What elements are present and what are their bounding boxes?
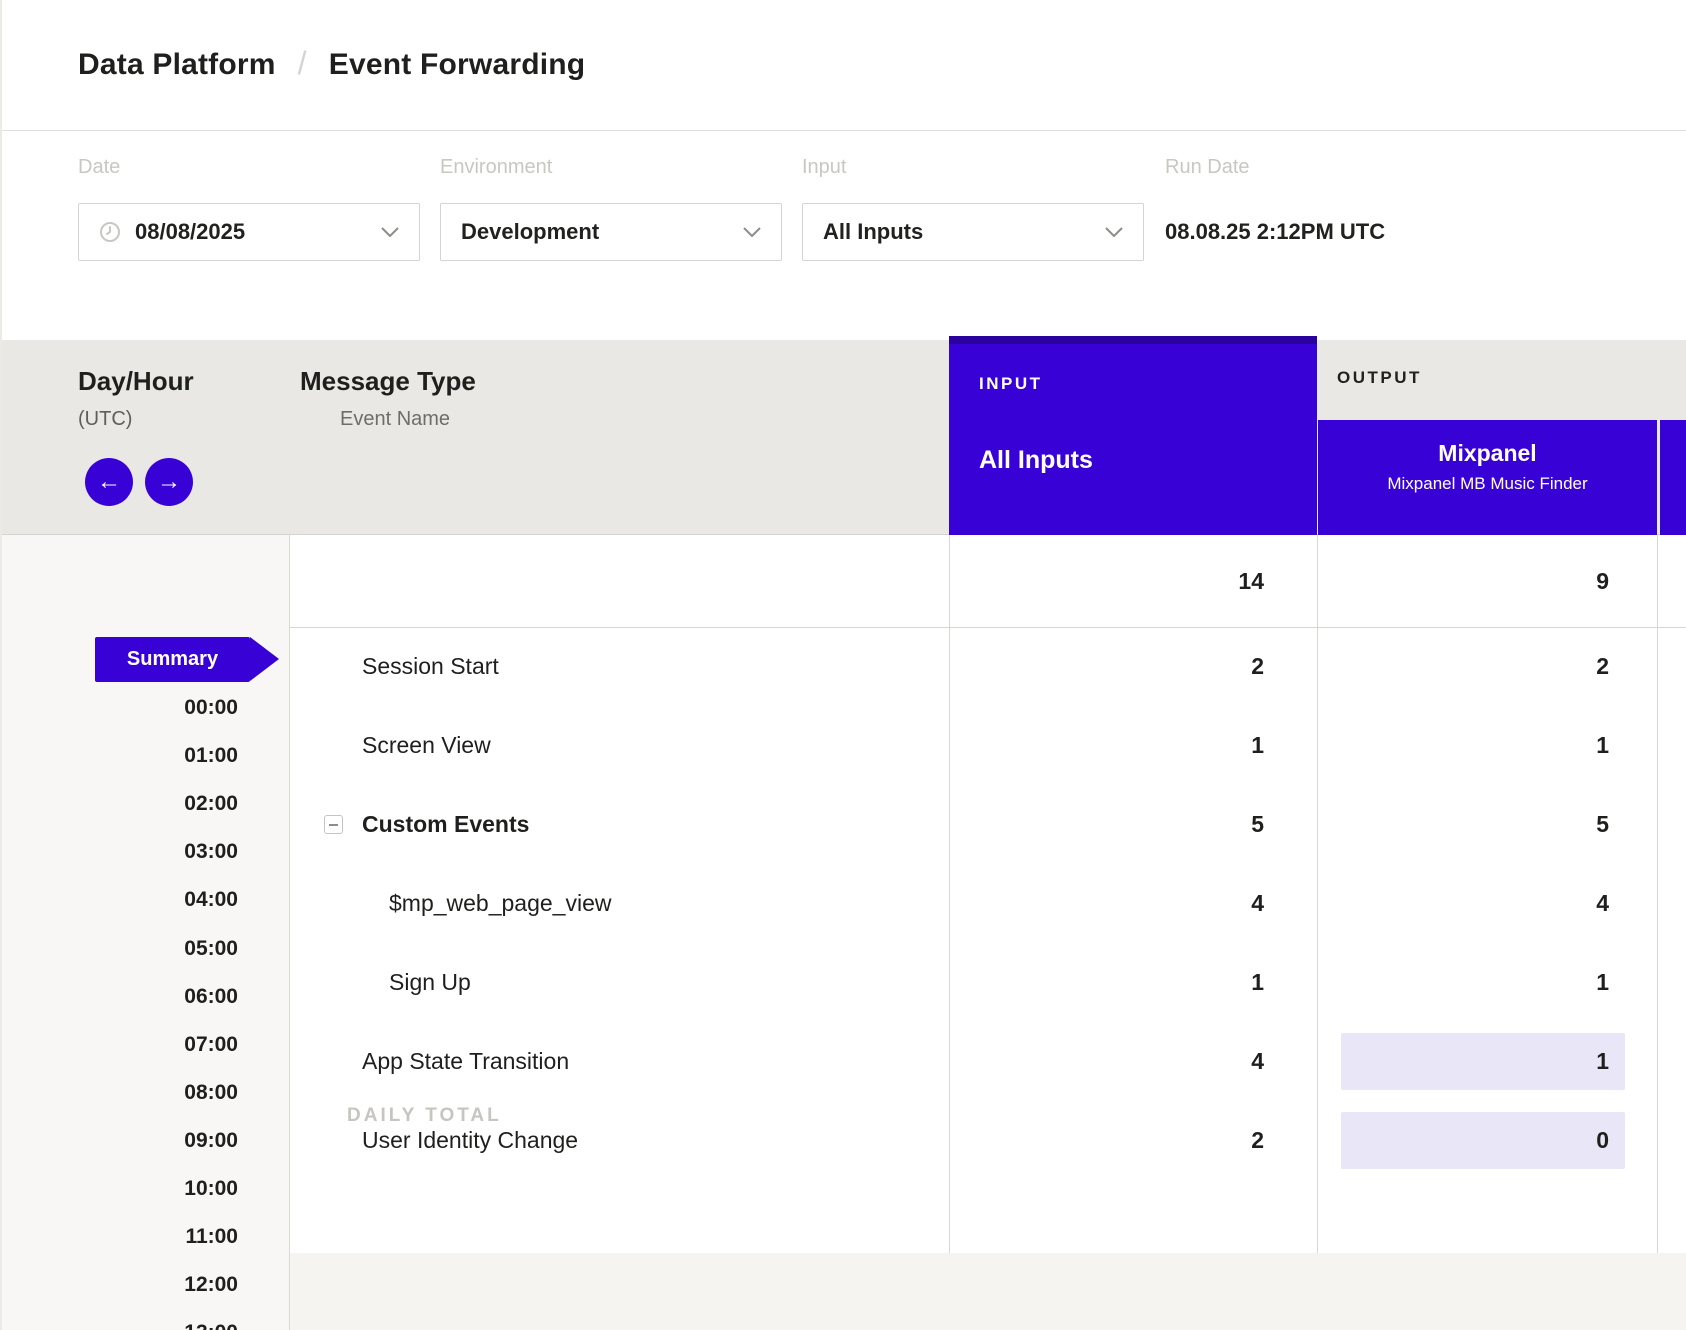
input-count-cell[interactable]: 4	[949, 864, 1317, 943]
table-row: Sign Up 11	[2, 943, 1686, 1022]
event-name-label: App State Transition	[362, 1022, 569, 1101]
event-name-subtitle: Event Name	[340, 408, 450, 431]
output-count-cell[interactable]: 1	[1317, 943, 1657, 1022]
chevron-down-icon	[381, 227, 399, 237]
clock-icon	[99, 221, 121, 243]
summary-badge[interactable]: Summary	[95, 637, 250, 682]
output-count-cell[interactable]: 1	[1317, 1022, 1657, 1101]
table-row: Screen View 11	[2, 706, 1686, 785]
table-footer-area	[290, 1253, 1686, 1330]
run-date-value: 08.08.25 2:12PM UTC	[1165, 203, 1385, 261]
arrow-left-icon: ←	[97, 468, 121, 496]
run-date-label: Run Date	[1165, 156, 1250, 179]
breadcrumb: Data Platform / Event Forwarding	[78, 0, 585, 130]
environment-dropdown[interactable]: Development	[440, 203, 782, 261]
output-count-cell[interactable]: 4	[1317, 864, 1657, 943]
table-row: Custom Events 55	[2, 785, 1686, 864]
page-title: Event Forwarding	[329, 48, 586, 82]
environment-label: Environment	[440, 156, 552, 179]
daily-total-row: DAILY TOTAL 14 9	[2, 535, 1686, 627]
input-dropdown[interactable]: All Inputs	[802, 203, 1144, 261]
topbar: Data Platform / Event Forwarding	[2, 0, 1686, 131]
highlighted-cell-background	[1341, 1112, 1625, 1169]
highlighted-cell-background	[1341, 1033, 1625, 1090]
summary-label: Summary	[127, 648, 218, 671]
table-row: User Identity Change 20	[2, 1101, 1686, 1180]
output-column-label: OUTPUT	[1337, 368, 1422, 388]
input-column-label: INPUT	[979, 374, 1043, 394]
table-row: $mp_web_page_view 44	[2, 864, 1686, 943]
next-day-button[interactable]: →	[145, 458, 193, 506]
event-name-label: Sign Up	[389, 943, 471, 1022]
output-count-cell[interactable]: 0	[1317, 1101, 1657, 1180]
event-name-label: User Identity Change	[362, 1101, 578, 1180]
output-count-cell[interactable]: 5	[1317, 785, 1657, 864]
daily-total-output-value[interactable]: 9	[1317, 535, 1657, 627]
message-type-title: Message Type	[300, 366, 476, 397]
event-name-label: Session Start	[362, 627, 499, 706]
environment-value: Development	[461, 219, 743, 245]
date-value: 08/08/2025	[135, 219, 381, 245]
hour-slot-12-00[interactable]: 12:00	[184, 1272, 238, 1298]
input-column-title: All Inputs	[979, 446, 1093, 475]
filter-bar: Date Environment Input Run Date 08/08/20…	[2, 131, 1686, 336]
output-column-header[interactable]: Mixpanel Mixpanel MB Music Finder	[1318, 420, 1657, 535]
input-count-cell[interactable]: 2	[949, 627, 1317, 706]
day-hour-subtitle: (UTC)	[78, 408, 132, 431]
chevron-down-icon	[1105, 227, 1123, 237]
breadcrumb-section[interactable]: Data Platform	[78, 48, 276, 82]
event-name-label: $mp_web_page_view	[389, 864, 612, 943]
next-output-column-partial	[1660, 420, 1686, 535]
output-column-subtitle: Mixpanel MB Music Finder	[1318, 474, 1657, 494]
date-dropdown[interactable]: 08/08/2025	[78, 203, 420, 261]
output-count-cell[interactable]: 2	[1317, 627, 1657, 706]
table-header: Day/Hour (UTC) ← → Message Type Event Na…	[2, 340, 1686, 535]
hour-slot-11-00[interactable]: 11:00	[185, 1224, 238, 1250]
input-count-cell[interactable]: 2	[949, 1101, 1317, 1180]
input-column-header[interactable]: INPUT All Inputs	[949, 336, 1317, 535]
input-value: All Inputs	[823, 219, 1105, 245]
day-hour-title: Day/Hour	[78, 366, 194, 397]
chevron-down-icon	[743, 227, 761, 237]
event-name-label[interactable]: Custom Events	[362, 785, 529, 864]
daily-total-input-value[interactable]: 14	[949, 535, 1317, 627]
hour-slot-13-00[interactable]: 13:00	[184, 1320, 238, 1330]
arrow-right-icon: →	[157, 468, 181, 496]
breadcrumb-separator: /	[298, 45, 307, 82]
output-column-title: Mixpanel	[1318, 440, 1657, 467]
input-label: Input	[802, 156, 846, 179]
input-count-cell[interactable]: 5	[949, 785, 1317, 864]
collapse-minus-icon[interactable]	[324, 815, 343, 834]
previous-day-button[interactable]: ←	[85, 458, 133, 506]
output-count-cell[interactable]: 1	[1317, 706, 1657, 785]
event-forwarding-page: Data Platform / Event Forwarding Date En…	[0, 0, 1686, 1330]
input-count-cell[interactable]: 1	[949, 943, 1317, 1022]
table-row: App State Transition 41	[2, 1022, 1686, 1101]
input-count-cell[interactable]: 1	[949, 706, 1317, 785]
event-name-label: Screen View	[362, 706, 491, 785]
input-count-cell[interactable]: 4	[949, 1022, 1317, 1101]
date-label: Date	[78, 156, 120, 179]
